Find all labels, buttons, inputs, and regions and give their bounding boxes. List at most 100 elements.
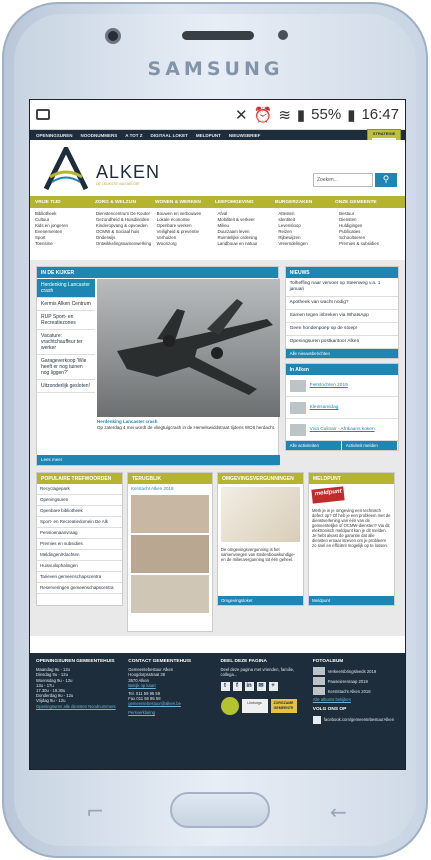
menu-link[interactable]: Toerisme (35, 241, 96, 247)
menu-link[interactable]: Vreemdelingen (278, 241, 339, 247)
terugblik-photo[interactable] (131, 575, 209, 613)
site-logo-subtitle: DE LEUKSTE VAN BELGIË (96, 182, 140, 186)
twitter-icon[interactable]: t (220, 681, 230, 691)
back-icon[interactable]: ← (330, 800, 347, 824)
terugblik-photo[interactable] (131, 495, 209, 533)
badges: Limburgs ZORGZAME GEMEENTE (220, 696, 309, 715)
linkedin-icon[interactable]: in (244, 681, 254, 691)
kijker-item[interactable]: Kermis Alken Centrum (37, 298, 95, 311)
mute-icon: ✕ (235, 106, 248, 124)
omgevingsloket-link[interactable]: Omgevingsloket (218, 596, 303, 605)
kempisch-badge-icon[interactable] (220, 696, 239, 715)
album-link[interactable]: Paaseierenraap 2019 (328, 679, 368, 684)
zorgzame-gemeente-badge[interactable]: ZORGZAME GEMEENTE (270, 698, 297, 713)
site-logo-text[interactable]: ALKEN (96, 162, 160, 183)
keyword-link[interactable]: Huisvuilophalingen (37, 561, 122, 572)
report-activity-link[interactable]: Activiteit melden (341, 441, 399, 450)
album-link[interactable]: Verkeersbringsleeds 2019 (328, 669, 376, 674)
all-activities-link[interactable]: Alle activiteiten (285, 441, 342, 450)
contact-email-link[interactable]: gemeentebestuur@alken.be (128, 701, 216, 706)
topbar-link-nieuwsbrief[interactable]: NIEUWSBRIEF (229, 133, 261, 138)
earpiece-speaker (182, 31, 254, 40)
menu-burgerzaken[interactable]: BURGERZAKEN (275, 200, 335, 205)
wifi-icon: ≋ (278, 106, 291, 124)
all-albums-link[interactable]: Alle albums bekijken (313, 697, 401, 702)
album-item[interactable]: Kerststacht Alken 2018 (312, 687, 401, 696)
kijker-caption-title[interactable]: Herdenking Lancaster crash (97, 419, 158, 424)
menu-link[interactable]: Premies & subsidies (339, 241, 400, 247)
recent-apps-icon[interactable]: ⌐ (86, 800, 104, 825)
limburgs-badge[interactable]: Limburgs (241, 698, 268, 713)
event-item[interactable]: Viva Culinair - Afrikaans koken (285, 419, 398, 441)
menu-link[interactable]: Woonzorg (157, 241, 218, 247)
strategy-label: STRATEGIE (372, 131, 396, 136)
menu-link[interactable]: Ontwikkelingssamenwerking (96, 241, 157, 247)
topbar-link-meldpunt[interactable]: MELDPUNT (196, 133, 221, 138)
topbar-link-digitaal-loket[interactable]: DIGITAAL LOKET (151, 133, 188, 138)
search-input[interactable]: Zoeken... (313, 173, 373, 187)
search-button[interactable]: ⚲ (375, 173, 397, 187)
home-button[interactable] (170, 792, 270, 828)
facebook-icon[interactable]: f (232, 681, 242, 691)
keyword-link[interactable]: Openingsuren (37, 495, 122, 506)
event-link[interactable]: Fietstochten 2019 (310, 383, 348, 389)
terugblik-item[interactable]: Kerstacht Alken 2018 (128, 484, 212, 493)
album-item[interactable]: Paaseierenraap 2019 (312, 677, 401, 686)
menu-onze-gemeente[interactable]: ONZE GEMEENTE (335, 200, 395, 205)
menu-link[interactable]: Landbouw en natuur (217, 241, 278, 247)
topbar-link-a-tot-z[interactable]: A TOT Z (125, 133, 142, 138)
kijker-item[interactable]: Garageverkoop 'Wie heeft er nog tuinen n… (37, 355, 95, 380)
topbar-link-openingsuren[interactable]: OPENINGSUREN (36, 133, 73, 138)
meldpunt-link[interactable]: Meldpunt (309, 596, 394, 605)
map-link[interactable]: Bekijk op kaart (128, 683, 216, 688)
album-item[interactable]: Verkeersbringsleeds 2019 (312, 667, 401, 676)
alken-logo-icon[interactable] (42, 147, 90, 191)
all-news-link[interactable]: Alle nieuwsberichten (285, 349, 398, 358)
keyword-link[interactable]: Tarieven gemeenschapscentra (37, 572, 122, 583)
facebook-link[interactable]: facebook.com/gemeentebestuurAlken (324, 717, 394, 722)
topbar-link-noodnummers[interactable]: NOODNUMMERS (81, 133, 118, 138)
omgevings-text: De omgevingsvergunning is het samenvoege… (221, 547, 296, 562)
menu-vrije-tijd[interactable]: VRIJE TIJD (35, 200, 95, 205)
plane-silhouette-icon (117, 299, 273, 395)
facebook-follow[interactable]: facebook.com/gemeentebestuurAlken (312, 715, 401, 724)
event-link[interactable]: Viva Culinair - Afrikaans koken (310, 427, 375, 433)
kijker-item[interactable]: Herdenking Lancaster crash (37, 279, 95, 298)
kijker-heading: IN DE KIJKER (37, 267, 278, 278)
kijker-item[interactable]: RUP Sport- en Recreatiezones (37, 311, 95, 330)
share-icons: t f in ✉ + (220, 681, 309, 691)
status-bar: ✕ ⏰ ≋ ▮ 55% ▮ 16:47 (30, 100, 405, 130)
event-item[interactable]: Kleinsamidag (285, 397, 398, 419)
event-thumbnail (289, 379, 306, 392)
menu-zorg-welzijn[interactable]: ZORG & WELZIJN (95, 200, 155, 205)
footer-share: DEEL DEZE PAGINA Deel deze pagina met vr… (220, 659, 309, 769)
mail-icon[interactable]: ✉ (256, 681, 266, 691)
event-item[interactable]: Fietstochten 2019 (285, 375, 398, 397)
news-item[interactable]: Geen hondenpoep op de stoep! (285, 323, 398, 336)
keyword-link[interactable]: Openbare bibliotheek (37, 506, 122, 517)
all-hours-link[interactable]: Openingsuren alle diensten Noodnummers (36, 704, 124, 709)
plus-icon[interactable]: + (268, 681, 278, 691)
kijker-item[interactable]: Uitzonderlijk gesloten! (37, 380, 95, 393)
press-link[interactable]: Persverklaring (128, 710, 216, 715)
keyword-link[interactable]: Premies en subsidies (37, 539, 122, 550)
event-link[interactable]: Kleinsamidag (310, 405, 339, 411)
menu-leefomgeving[interactable]: LEEFOMGEVING (215, 200, 275, 205)
keyword-link[interactable]: Pensioenaanvraag (37, 528, 122, 539)
news-item[interactable]: Tolheffing naar vervoer op Steenweg v.a.… (285, 278, 398, 297)
kijker-read-more[interactable]: Lees meer (37, 455, 280, 465)
news-item[interactable]: Openingsuren postkantoor Alken (285, 336, 398, 349)
keyword-link[interactable]: Reserveringen gemeenschapscentra (37, 583, 122, 594)
keyword-link[interactable]: Recyclagepark (37, 484, 122, 495)
news-item[interactable]: Samen tegen inbreken via WhatsApp (285, 310, 398, 323)
lancaster-plane-photo[interactable] (97, 279, 280, 417)
menu-wonen-werken[interactable]: WONEN & WERKEN (155, 200, 215, 205)
news-item[interactable]: Apotheek van wacht nodig? (285, 297, 398, 310)
album-link[interactable]: Kerststacht Alken 2018 (328, 689, 371, 694)
kijker-item[interactable]: Vacature: vrachtchauffeur ter werker (37, 330, 95, 355)
terugblik-photo[interactable] (131, 535, 209, 573)
album-thumbnail (312, 667, 325, 676)
footer-share-heading: DEEL DEZE PAGINA (220, 659, 267, 664)
keyword-link[interactable]: Sport- en Recreatiedomein De Alk (37, 517, 122, 528)
keyword-link[interactable]: Meldingen/Klachten (37, 550, 122, 561)
